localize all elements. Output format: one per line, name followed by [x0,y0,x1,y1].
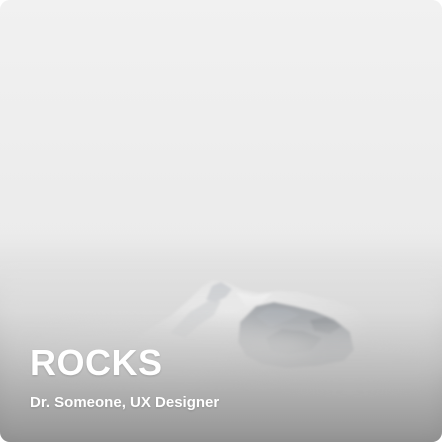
image-card[interactable]: ROCKS Dr. Someone, UX Designer [0,0,442,442]
card-subtitle: Dr. Someone, UX Designer [30,394,220,411]
card-title: ROCKS [30,342,163,383]
